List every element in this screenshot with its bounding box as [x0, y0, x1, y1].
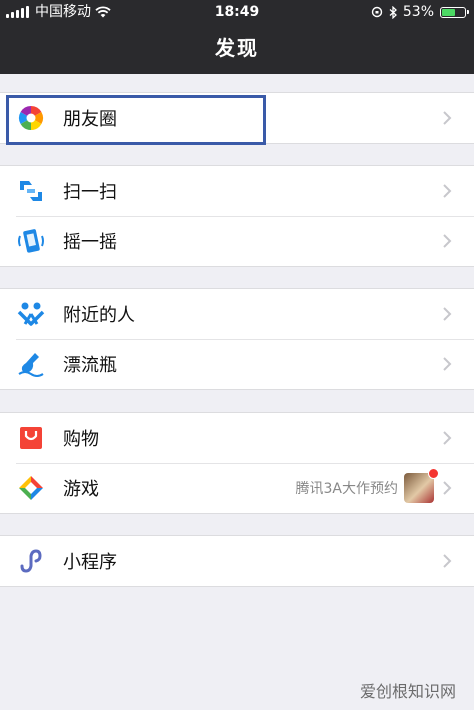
menu-item-label: 扫一扫 [63, 182, 117, 203]
page-title: 发现 [215, 36, 259, 60]
chevron-right-icon [443, 307, 452, 321]
scan-icon [16, 176, 46, 206]
games-promo-text: 腾讯3A大作预约 [295, 481, 398, 497]
top-bar: 中国移动 18:49 53% 发现 [0, 0, 474, 74]
menu-item-shake[interactable]: 摇一摇 [0, 216, 474, 266]
menu-item-label: 购物 [63, 429, 99, 450]
chevron-right-icon [443, 357, 452, 371]
orientation-lock-icon [371, 6, 383, 18]
menu-item-drift-bottle[interactable]: 漂流瓶 [0, 339, 474, 389]
bluetooth-icon [389, 5, 397, 19]
menu-item-people-nearby[interactable]: 附近的人 [0, 289, 474, 339]
battery-icon [440, 6, 469, 18]
menu-item-label: 游戏 [63, 479, 99, 500]
chevron-right-icon [443, 431, 452, 445]
games-icon [16, 473, 46, 503]
shopping-icon [16, 423, 46, 453]
chevron-right-icon [443, 481, 452, 495]
highlight-box [6, 95, 266, 145]
watermark: 爱创根知识网 [359, 682, 456, 701]
menu-item-mini-program[interactable]: 小程序 [0, 536, 474, 586]
menu-item-scan[interactable]: 扫一扫 [0, 166, 474, 216]
notification-dot [428, 468, 439, 479]
menu-item-label: 漂流瓶 [63, 355, 117, 376]
drift-bottle-icon [16, 349, 46, 379]
group-scan-shake: 扫一扫 摇一摇 [0, 165, 474, 267]
chevron-right-icon [443, 234, 452, 248]
group-mini-programs: 小程序 [0, 535, 474, 587]
chevron-right-icon [443, 554, 452, 568]
group-nearby: 附近的人 漂流瓶 [0, 288, 474, 390]
chevron-right-icon [443, 111, 452, 125]
group-shopping-games: 购物 游戏 腾讯3A大作预约 [0, 412, 474, 514]
people-nearby-icon [16, 299, 46, 329]
menu-item-games[interactable]: 游戏 腾讯3A大作预约 [0, 463, 474, 513]
menu-item-label: 摇一摇 [63, 232, 117, 253]
menu-item-label: 小程序 [63, 552, 117, 573]
chevron-right-icon [443, 184, 452, 198]
menu-item-label: 附近的人 [63, 305, 135, 326]
battery-percent: 53% [402, 4, 434, 20]
menu-item-shopping[interactable]: 购物 [0, 413, 474, 463]
status-bar: 中国移动 18:49 53% [0, 0, 474, 24]
mini-program-icon [16, 546, 46, 576]
shake-icon [16, 226, 46, 256]
games-promo-avatar [404, 468, 439, 503]
